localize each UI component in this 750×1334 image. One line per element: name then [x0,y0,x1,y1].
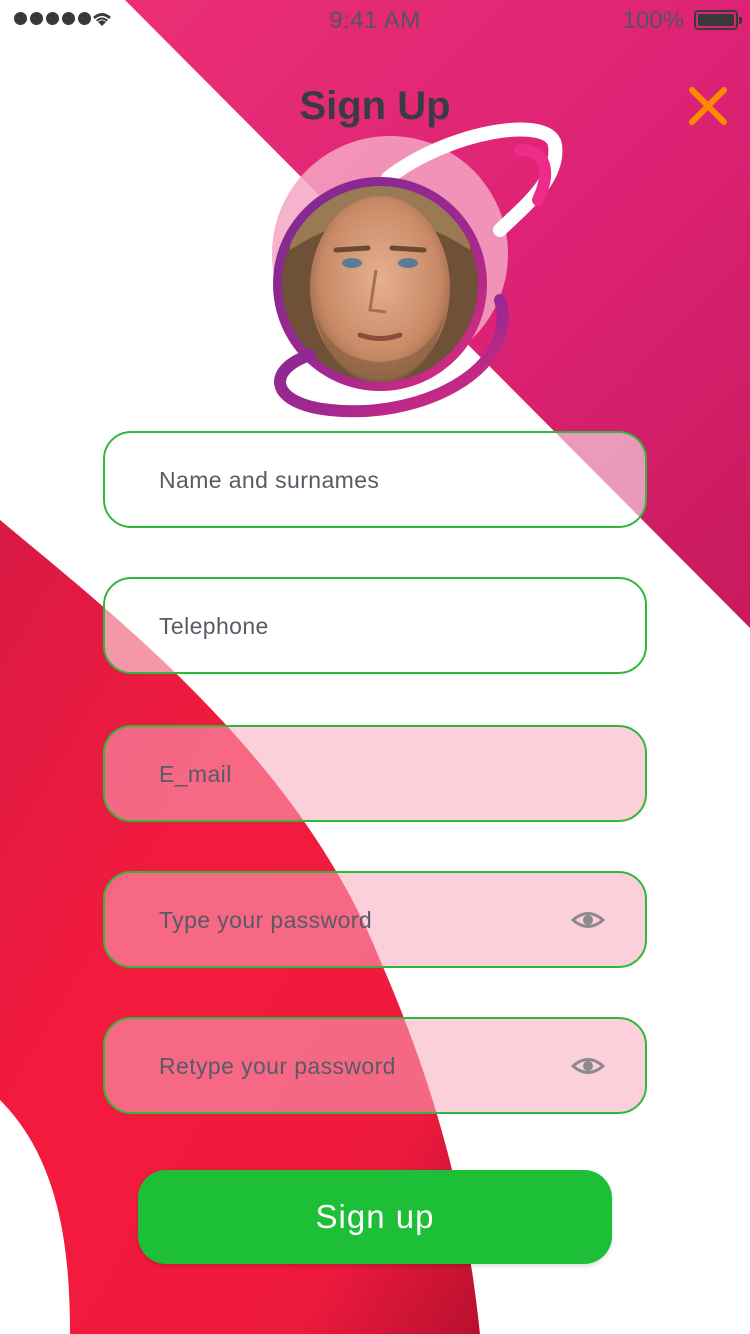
email-input[interactable] [157,727,561,822]
signup-button[interactable]: Sign up [138,1170,612,1264]
telephone-field[interactable] [103,577,647,674]
telephone-input[interactable] [157,579,561,674]
status-bar: 9:41 AM 100% [0,0,750,40]
name-field[interactable] [103,431,647,528]
eye-icon[interactable] [571,1055,605,1077]
email-field[interactable] [103,725,647,822]
profile-avatar[interactable] [270,120,570,430]
retype-password-input[interactable] [157,1019,561,1114]
eye-icon[interactable] [571,909,605,931]
password-input[interactable] [157,873,561,968]
battery-percentage: 100% [622,7,684,34]
battery-icon [694,10,742,30]
close-icon[interactable] [686,84,730,128]
signup-screen: 9:41 AM 100% Sign Up Name and surnames T… [0,0,750,1334]
retype-password-field[interactable] [103,1017,647,1114]
name-input[interactable] [157,433,561,528]
password-field[interactable] [103,871,647,968]
